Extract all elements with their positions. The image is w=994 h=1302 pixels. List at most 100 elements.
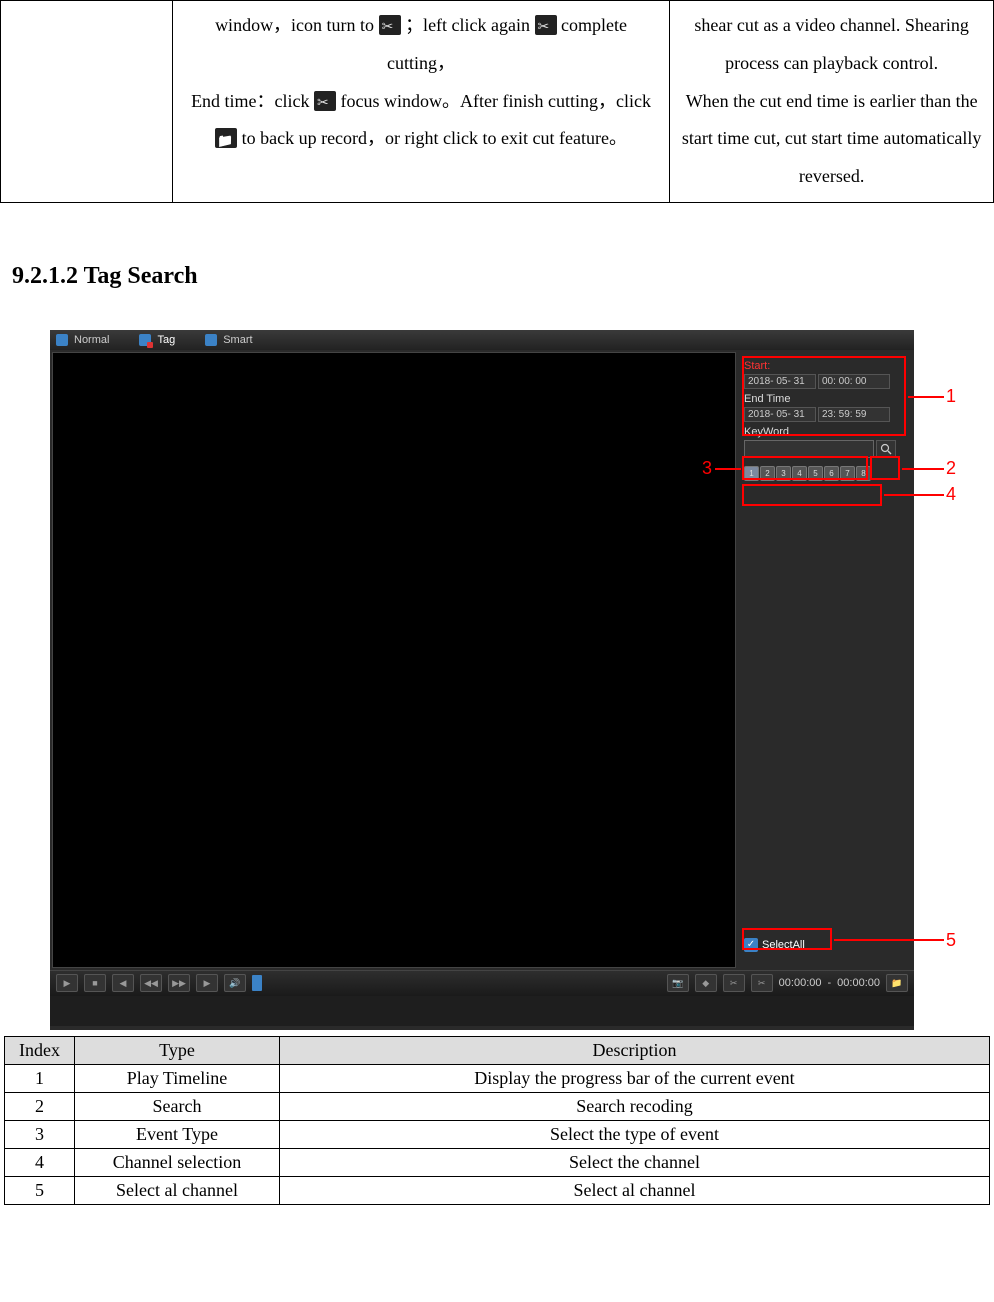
end-time-input[interactable]: 23: 59: 59: [818, 407, 890, 422]
playback-app: Normal Tag Smart Start: 2018- 05- 31 00:…: [50, 330, 914, 1030]
txt: window，icon turn to: [215, 15, 379, 35]
time-sep: -: [828, 977, 832, 989]
callout-line: [902, 468, 944, 470]
start-label: Start:: [744, 360, 910, 372]
callout-number-2: 2: [946, 458, 956, 479]
stop-button[interactable]: ■: [84, 974, 106, 992]
start-time-input[interactable]: 00: 00: 00: [818, 374, 890, 389]
cell-type: Event Type: [75, 1120, 280, 1148]
video-viewport[interactable]: [52, 352, 736, 968]
play-button[interactable]: ▶: [56, 974, 78, 992]
scissors-icon: [535, 15, 557, 35]
table-row: 4 Channel selection Select the channel: [5, 1148, 990, 1176]
channel-button[interactable]: 1: [744, 466, 759, 481]
cut-table-instructions: window，icon turn to ；left click again co…: [172, 1, 669, 203]
tab-icon: [56, 334, 68, 346]
step-fwd-button[interactable]: ▶: [196, 974, 218, 992]
cut-table-notes: shear cut as a video channel. Shearing p…: [670, 1, 994, 203]
table-row: 5 Select al channel Select al channel: [5, 1176, 990, 1204]
channel-button[interactable]: 4: [792, 466, 807, 481]
cut-feature-table: window，icon turn to ；left click again co…: [0, 0, 994, 203]
channel-button[interactable]: 6: [824, 466, 839, 481]
time-right: 00:00:00: [837, 977, 880, 989]
cell-desc: Search recoding: [280, 1092, 990, 1120]
cell-desc: Select the channel: [280, 1148, 990, 1176]
table-row: 1 Play Timeline Display the progress bar…: [5, 1064, 990, 1092]
callout-number-4: 4: [946, 484, 956, 505]
time-left: 00:00:00: [779, 977, 822, 989]
tab-label: Tag: [157, 334, 175, 346]
th-index: Index: [5, 1036, 75, 1064]
cut-button[interactable]: ✂: [723, 974, 745, 992]
tab-label: Normal: [74, 334, 109, 346]
cell-index: 2: [5, 1092, 75, 1120]
cut-focus-button[interactable]: ✂: [751, 974, 773, 992]
txt: ；left click again: [405, 15, 530, 35]
tab-icon: [139, 334, 151, 346]
cell-index: 3: [5, 1120, 75, 1148]
search-button[interactable]: [876, 440, 896, 458]
keyword-label: KeyWord: [744, 426, 910, 438]
select-all-label: SelectAll: [762, 939, 805, 951]
start-date-input[interactable]: 2018- 05- 31: [744, 374, 816, 389]
snapshot-button[interactable]: 📷: [667, 974, 689, 992]
channel-button[interactable]: 8: [856, 466, 871, 481]
cell-index: 4: [5, 1148, 75, 1176]
end-label: End Time: [744, 393, 910, 405]
callout-line: [834, 939, 944, 941]
th-desc: Description: [280, 1036, 990, 1064]
keyword-input[interactable]: [744, 440, 874, 458]
table-row: 3 Event Type Select the type of event: [5, 1120, 990, 1148]
tag-button[interactable]: ◆: [695, 974, 717, 992]
cut-table-col1: [1, 1, 173, 203]
tag-search-figure: Normal Tag Smart Start: 2018- 05- 31 00:…: [50, 330, 950, 1030]
channel-button[interactable]: 3: [776, 466, 791, 481]
th-type: Type: [75, 1036, 280, 1064]
playback-toolbar: ▶ ■ ◀ ◀◀ ▶▶ ▶ 🔊 📷 ◆ ✂ ✂ 00:00:00 - 00:00…: [50, 970, 914, 996]
txt: to back up record，or right click to exit…: [242, 128, 627, 148]
cell-index: 5: [5, 1176, 75, 1204]
section-heading: 9.2.1.2 Tag Search: [12, 263, 994, 290]
rewind-button[interactable]: ◀◀: [140, 974, 162, 992]
cell-type: Channel selection: [75, 1148, 280, 1176]
search-icon: [880, 443, 892, 455]
txt: End time：click: [191, 91, 309, 111]
callout-number-1: 1: [946, 386, 956, 407]
tab-tag[interactable]: Tag: [139, 334, 175, 346]
tab-smart[interactable]: Smart: [205, 334, 252, 346]
search-tabs: Normal Tag Smart: [50, 330, 914, 350]
callout-line: [884, 494, 944, 496]
select-all-row[interactable]: ✓ SelectAll: [744, 938, 805, 952]
scissors-icon: [379, 15, 401, 35]
cell-type: Play Timeline: [75, 1064, 280, 1092]
timeline[interactable]: [50, 996, 914, 1026]
cell-type: Search: [75, 1092, 280, 1120]
tab-normal[interactable]: Normal: [56, 334, 109, 346]
end-date-input[interactable]: 2018- 05- 31: [744, 407, 816, 422]
volume-slider[interactable]: [252, 975, 262, 991]
search-panel: Start: 2018- 05- 31 00: 00: 00 End Time …: [738, 350, 914, 970]
cell-desc: Display the progress bar of the current …: [280, 1064, 990, 1092]
channel-button[interactable]: 2: [760, 466, 775, 481]
cell-desc: Select al channel: [280, 1176, 990, 1204]
forward-button[interactable]: ▶▶: [168, 974, 190, 992]
table-row: 2 Search Search recoding: [5, 1092, 990, 1120]
cell-index: 1: [5, 1064, 75, 1092]
cell-type: Select al channel: [75, 1176, 280, 1204]
tab-label: Smart: [223, 334, 252, 346]
callout-line: [715, 468, 741, 470]
scissors-icon: [314, 91, 336, 111]
step-back-button[interactable]: ◀: [112, 974, 134, 992]
channel-button[interactable]: 7: [840, 466, 855, 481]
backup-button[interactable]: 📁: [886, 974, 908, 992]
cell-desc: Select the type of event: [280, 1120, 990, 1148]
channel-button[interactable]: 5: [808, 466, 823, 481]
channel-selector: 1 2 3 4 5 6 7 8: [744, 466, 910, 481]
callout-line: [908, 396, 944, 398]
volume-button[interactable]: 🔊: [224, 974, 246, 992]
txt: focus window。After finish cutting，click: [341, 91, 651, 111]
callout-number-3: 3: [702, 458, 712, 479]
folder-icon: [215, 128, 237, 148]
callout-number-5: 5: [946, 930, 956, 951]
checkbox-icon: ✓: [744, 938, 758, 952]
